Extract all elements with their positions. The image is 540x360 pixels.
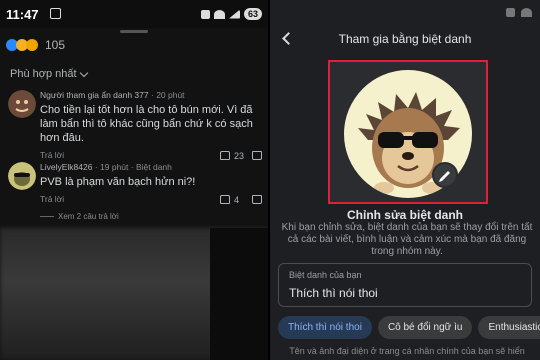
comment-time: 19 phút [100,162,129,172]
vote-count: 4 [234,195,240,205]
downvote-icon[interactable] [252,195,262,204]
nickname-input[interactable]: Biệt danh của bạn Thích thì nói thoi [278,263,532,307]
wow-reaction-icon [26,39,38,51]
downvote-icon[interactable] [252,151,262,160]
user-avatar[interactable] [8,162,36,190]
wifi-icon [213,9,225,19]
status-bar: 11:47 63 [0,0,268,28]
view-replies-link[interactable]: Xem 2 câu trả lời [40,212,266,221]
nickname-description: Khi bạn chỉnh sửa, biệt danh của bạn sẽ … [281,222,533,257]
suggestion-chip[interactable]: Thích thì nói thoi [278,316,372,339]
alarm-icon [200,9,210,19]
reply-button[interactable]: Trả lời [40,150,64,160]
vote-count: 23 [234,151,245,161]
comments-panel: 11:47 63 105 Phù hợp nhất Người tham gia… [0,0,268,360]
comment-time: 20 phút [156,90,185,100]
upvote-icon[interactable] [220,151,230,160]
nickname-badge: Biệt danh [135,162,172,172]
status-icons: 63 [200,8,262,20]
suggestion-chip[interactable]: Cô bé đổi ngữ ìu [377,316,473,339]
comment-text: PVB là phạm văn bạch hửn ni?! [40,176,196,188]
nickname-suggestions: Thích thì nói thoi Cô bé đổi ngữ ìu Enth… [278,316,540,339]
anonymous-avatar[interactable] [8,90,36,118]
page-title: Tham gia bằng biệt danh [338,32,472,46]
blurred-edge [210,228,268,360]
nickname-input-label: Biệt danh của bạn [289,270,362,280]
comment-text: Cho tiền lại tốt hơn là cho tô bún mới. … [40,104,253,144]
reply-button[interactable]: Trả lời [40,194,64,204]
status-time: 11:47 [6,7,39,22]
comment-author[interactable]: Người tham gia ẩn danh 377 [40,90,149,100]
edit-nickname-heading: Chỉnh sửa biệt danh [346,208,464,222]
reaction-count: 105 [45,38,66,52]
comment-author[interactable]: LivelyElk8426 [40,162,92,172]
suggestion-chip[interactable]: EnthusiasticChe [478,316,540,339]
comment-item: Người tham gia ẩn danh 377 · 20 phút Cho… [8,90,266,161]
nickname-input-value: Thích thì nói thoi [289,286,378,300]
signal-icon [228,9,240,19]
battery-indicator: 63 [243,8,262,20]
footer-note: Tên và ảnh đại diện ở trang cá nhân chín… [289,346,525,356]
alarm-icon [506,8,515,17]
upvote-icon[interactable] [220,195,230,204]
pencil-icon [439,171,450,182]
reactions-summary[interactable]: 105 [6,38,65,52]
wifi-icon [521,8,532,17]
status-bar [270,0,540,26]
view-replies-label: Xem 2 câu trả lời [58,212,119,221]
sort-label: Phù hợp nhất [10,68,77,80]
screenshot-icon [50,8,61,19]
nickname-panel: Tham gia bằng biệt danh Chỉnh sửa biệt d… [270,0,540,360]
drag-handle[interactable] [120,30,148,33]
avatar-highlight-frame [328,60,488,204]
chevron-down-icon [79,68,88,77]
edit-avatar-button[interactable] [432,162,458,188]
comment-sort-dropdown[interactable]: Phù hợp nhất [10,68,88,80]
comment-item: LivelyElk8426 · 19 phút · Biệt danh PVB … [8,162,266,226]
divider [40,216,54,217]
